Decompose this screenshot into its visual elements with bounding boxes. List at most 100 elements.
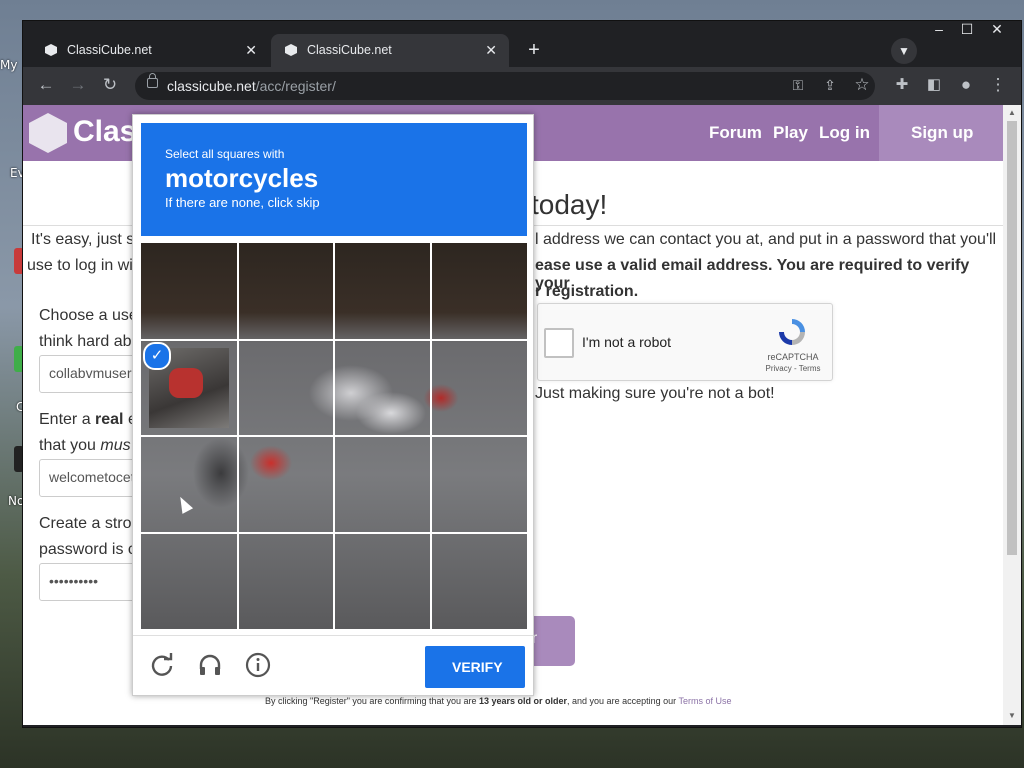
recaptcha-logo-icon	[779, 319, 805, 345]
grid-tile[interactable]	[141, 243, 238, 340]
recaptcha-links[interactable]: Privacy - Terms	[758, 364, 828, 373]
cube-icon	[45, 44, 57, 56]
disclaimer-text: By clicking "Register" you are confirmin…	[265, 696, 479, 706]
logo-icon[interactable]	[29, 113, 67, 153]
reload-icon[interactable]	[149, 652, 175, 678]
scrollbar[interactable]: ▲ ▼	[1003, 105, 1021, 725]
challenge-header: Select all squares with motorcycles If t…	[141, 123, 527, 236]
disclaimer: By clicking "Register" you are confirmin…	[265, 696, 731, 706]
new-tab-button[interactable]: +	[523, 39, 545, 62]
info-icon[interactable]	[245, 652, 271, 678]
close-icon[interactable]: ✕	[485, 42, 497, 59]
password-value: ••••••••••	[49, 573, 99, 589]
cube-icon	[285, 44, 297, 56]
grid-tile[interactable]	[431, 340, 528, 437]
grid-tile[interactable]	[238, 436, 335, 533]
password-label: password is c	[39, 541, 136, 558]
url-path: /acc/register/	[255, 78, 336, 94]
sidebar-icon[interactable]: ◧	[923, 75, 945, 93]
grid-tile[interactable]	[238, 243, 335, 340]
grid-tile[interactable]	[141, 533, 238, 630]
address-bar[interactable]: classicube.net/acc/register/	[135, 72, 875, 100]
verify-label: VERIFY	[452, 659, 503, 675]
grid-tile[interactable]	[431, 243, 528, 340]
close-icon[interactable]: ✕	[245, 42, 257, 59]
email-field[interactable]: welcometocet	[39, 459, 141, 497]
motorcycle-image	[169, 367, 203, 398]
email-label: Enter a real e	[39, 411, 137, 429]
nav-login[interactable]: Log in	[819, 123, 870, 143]
chevron-down-icon[interactable]: ▼	[891, 38, 917, 64]
nav-play[interactable]: Play	[773, 123, 808, 143]
email-label-part: Enter a	[39, 411, 96, 428]
bot-note: Just making sure you're not a bot!	[535, 385, 775, 402]
scroll-thumb[interactable]	[1007, 121, 1017, 555]
scroll-down-icon[interactable]: ▼	[1008, 711, 1016, 720]
scroll-up-icon[interactable]: ▲	[1008, 108, 1016, 117]
email-value: welcometocet	[49, 469, 135, 485]
grid-tile[interactable]	[238, 340, 335, 437]
nav-signup[interactable]: Sign up	[879, 105, 1003, 161]
key-icon[interactable]: ⚿	[787, 77, 809, 94]
menu-icon[interactable]: ⋮	[987, 75, 1009, 95]
verify-button[interactable]: VERIFY	[425, 646, 525, 688]
forward-icon[interactable]: →	[67, 75, 89, 95]
page-heading: today!	[531, 189, 608, 220]
url-domain: classicube.net	[167, 78, 256, 94]
email-label-part: that you	[39, 437, 101, 454]
grid-tile[interactable]	[334, 340, 431, 437]
password-field[interactable]: ••••••••••	[39, 563, 141, 601]
tab-active[interactable]: ClassiCube.net ✕	[271, 34, 509, 68]
captcha-challenge: Select all squares with motorcycles If t…	[132, 114, 534, 696]
grid-tile[interactable]	[431, 533, 528, 630]
signup-label: Sign up	[911, 123, 974, 142]
grid-tile[interactable]	[334, 533, 431, 630]
tab-strip: ClassiCube.net ✕ ClassiCube.net ✕ + ▼ – …	[23, 21, 1021, 68]
star-icon[interactable]: ☆	[851, 75, 873, 95]
username-label: think hard ab	[39, 333, 132, 350]
recaptcha-brand: reCAPTCHA	[767, 352, 819, 362]
tab-title: ClassiCube.net	[67, 43, 152, 57]
recaptcha-widget: I'm not a robot reCAPTCHA Privacy - Term…	[537, 303, 833, 381]
extensions-icon[interactable]: ✚	[891, 75, 913, 93]
intro-bold-text: r registration.	[535, 283, 639, 300]
grid-tile[interactable]	[141, 436, 238, 533]
url-text[interactable]: classicube.net/acc/register/	[167, 78, 336, 94]
check-icon: ✓	[143, 341, 171, 370]
grid-tile[interactable]	[431, 436, 528, 533]
tab-title: ClassiCube.net	[307, 43, 392, 57]
intro-text: l address we can contact you at, and put…	[535, 231, 997, 248]
back-icon[interactable]: ←	[35, 75, 57, 95]
challenge-image-grid: ✓	[141, 243, 527, 629]
terms-link[interactable]: Terms of Use	[678, 696, 731, 706]
reload-icon[interactable]: ↻	[99, 75, 121, 95]
username-field[interactable]: collabvmuser	[39, 355, 141, 393]
intro-text: It's easy, just s	[31, 231, 135, 248]
email-label: that you mus	[39, 437, 131, 455]
tab[interactable]: ClassiCube.net ✕	[31, 34, 269, 68]
challenge-instruction: Select all squares with	[165, 147, 285, 161]
share-icon[interactable]: ⇪	[819, 77, 841, 94]
toolbar: ← → ↻ classicube.net/acc/register/ ⚿ ⇪ ☆…	[23, 67, 1021, 105]
close-window-button[interactable]: ✕	[983, 21, 1011, 41]
desktop-icon-label[interactable]: My	[0, 58, 17, 72]
recaptcha-checkbox[interactable]	[544, 328, 574, 358]
email-label-bold: real	[95, 411, 124, 428]
grid-tile[interactable]	[334, 243, 431, 340]
challenge-keyword: motorcycles	[165, 163, 319, 193]
profile-icon[interactable]: ●	[955, 75, 977, 95]
intro-text: use to log in wi	[27, 257, 133, 274]
grid-tile[interactable]	[238, 533, 335, 630]
username-value: collabvmuser	[49, 365, 132, 381]
minimize-button[interactable]: –	[925, 21, 953, 41]
headphones-icon[interactable]	[197, 652, 223, 678]
maximize-button[interactable]: ☐	[953, 21, 981, 41]
disclaimer-text: , and you are accepting our	[567, 696, 679, 706]
password-label: Create a stro	[39, 515, 132, 532]
lock-icon	[147, 73, 158, 88]
challenge-hint: If there are none, click skip	[165, 195, 320, 210]
grid-tile[interactable]	[334, 436, 431, 533]
email-label-italic: mus	[100, 437, 131, 454]
nav-forum[interactable]: Forum	[709, 123, 762, 143]
disclaimer-bold: 13 years old or older	[478, 696, 568, 706]
